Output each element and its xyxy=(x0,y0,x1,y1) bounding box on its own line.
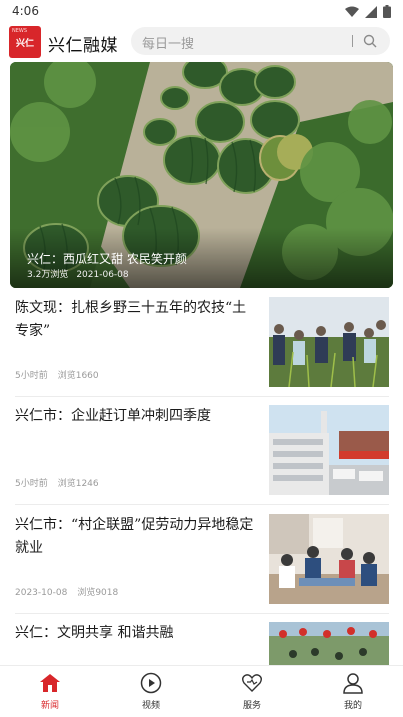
battery-icon xyxy=(383,5,391,18)
nav-tab-profile[interactable]: 我的 xyxy=(323,672,383,716)
news-meta: 5小时前 浏览1246 xyxy=(15,476,99,489)
hero-date: 2021-06-08 xyxy=(76,270,129,280)
news-views: 浏览9018 xyxy=(77,588,119,598)
hero-banner[interactable]: 兴仁：西瓜红又甜 农民笑开颜 3.2万浏览 2021-06-08 xyxy=(10,62,393,288)
wifi-icon xyxy=(345,6,359,17)
search-icon[interactable] xyxy=(363,34,377,48)
news-meta: 2023-10-08 浏览9018 xyxy=(15,585,118,598)
news-list-item[interactable]: 兴仁市：“村企联盟”促劳动力异地稳定就业 2023-10-08 浏览9018 xyxy=(0,506,403,614)
news-time: 5小时前 xyxy=(15,371,48,381)
nav-tab-service[interactable]: 服务 xyxy=(222,672,282,716)
news-title: 兴仁市：企业赶订单冲刺四季度 xyxy=(15,408,211,424)
app-header: NEWS 兴仁 兴仁融媒 每日一搜 xyxy=(0,24,403,60)
nav-label: 新闻 xyxy=(40,701,59,711)
news-time: 5小时前 xyxy=(15,479,48,489)
status-bar: 4:06 xyxy=(0,0,403,24)
news-title: 陈文现：扎根乡野三十五年的农技“土专家” xyxy=(15,300,247,339)
nav-label: 我的 xyxy=(343,701,362,711)
news-title: 兴仁市：“村企联盟”促劳动力异地稳定就业 xyxy=(15,517,254,556)
hero-title: 兴仁：西瓜红又甜 农民笑开颜 xyxy=(27,252,187,266)
app-logo[interactable]: NEWS 兴仁 xyxy=(9,26,41,58)
news-list-item[interactable]: 陈文现：扎根乡野三十五年的农技“土专家” 5小时前 浏览1660 xyxy=(0,289,403,397)
status-icons xyxy=(345,5,391,18)
nav-label: 视频 xyxy=(141,701,160,711)
news-time: 2023-10-08 xyxy=(15,588,68,598)
nav-tab-news[interactable]: 新闻 xyxy=(20,672,80,716)
logo-text: 兴仁 xyxy=(15,38,34,49)
search-divider xyxy=(352,35,353,47)
nav-tab-video[interactable]: 视频 xyxy=(121,672,181,716)
news-list-item[interactable]: 兴仁市：企业赶订单冲刺四季度 5小时前 浏览1246 xyxy=(0,397,403,505)
search-input[interactable]: 每日一搜 xyxy=(142,33,194,52)
nav-label: 服务 xyxy=(242,701,261,711)
logo-small-text: NEWS xyxy=(12,28,28,34)
news-thumbnail xyxy=(269,405,389,495)
play-icon xyxy=(140,672,162,694)
bottom-navigation: 新闻 视频 服务 我的 xyxy=(0,665,403,717)
home-icon xyxy=(40,674,60,692)
news-title: 兴仁：文明共享 和谐共融 xyxy=(15,625,174,641)
hero-views: 3.2万浏览 xyxy=(27,270,69,280)
hero-meta: 3.2万浏览 2021-06-08 xyxy=(27,267,129,280)
app-title: 兴仁融媒 xyxy=(48,36,118,56)
news-thumbnail xyxy=(269,297,389,387)
status-time: 4:06 xyxy=(12,4,39,18)
news-views: 浏览1246 xyxy=(57,479,99,489)
news-meta: 5小时前 浏览1660 xyxy=(15,368,99,381)
search-bar[interactable]: 每日一搜 xyxy=(131,27,390,55)
news-thumbnail xyxy=(269,514,389,604)
heart-icon xyxy=(242,674,262,692)
signal-icon xyxy=(365,5,377,18)
list-divider xyxy=(15,504,389,505)
news-views: 浏览1660 xyxy=(57,371,99,381)
user-icon xyxy=(343,673,363,694)
